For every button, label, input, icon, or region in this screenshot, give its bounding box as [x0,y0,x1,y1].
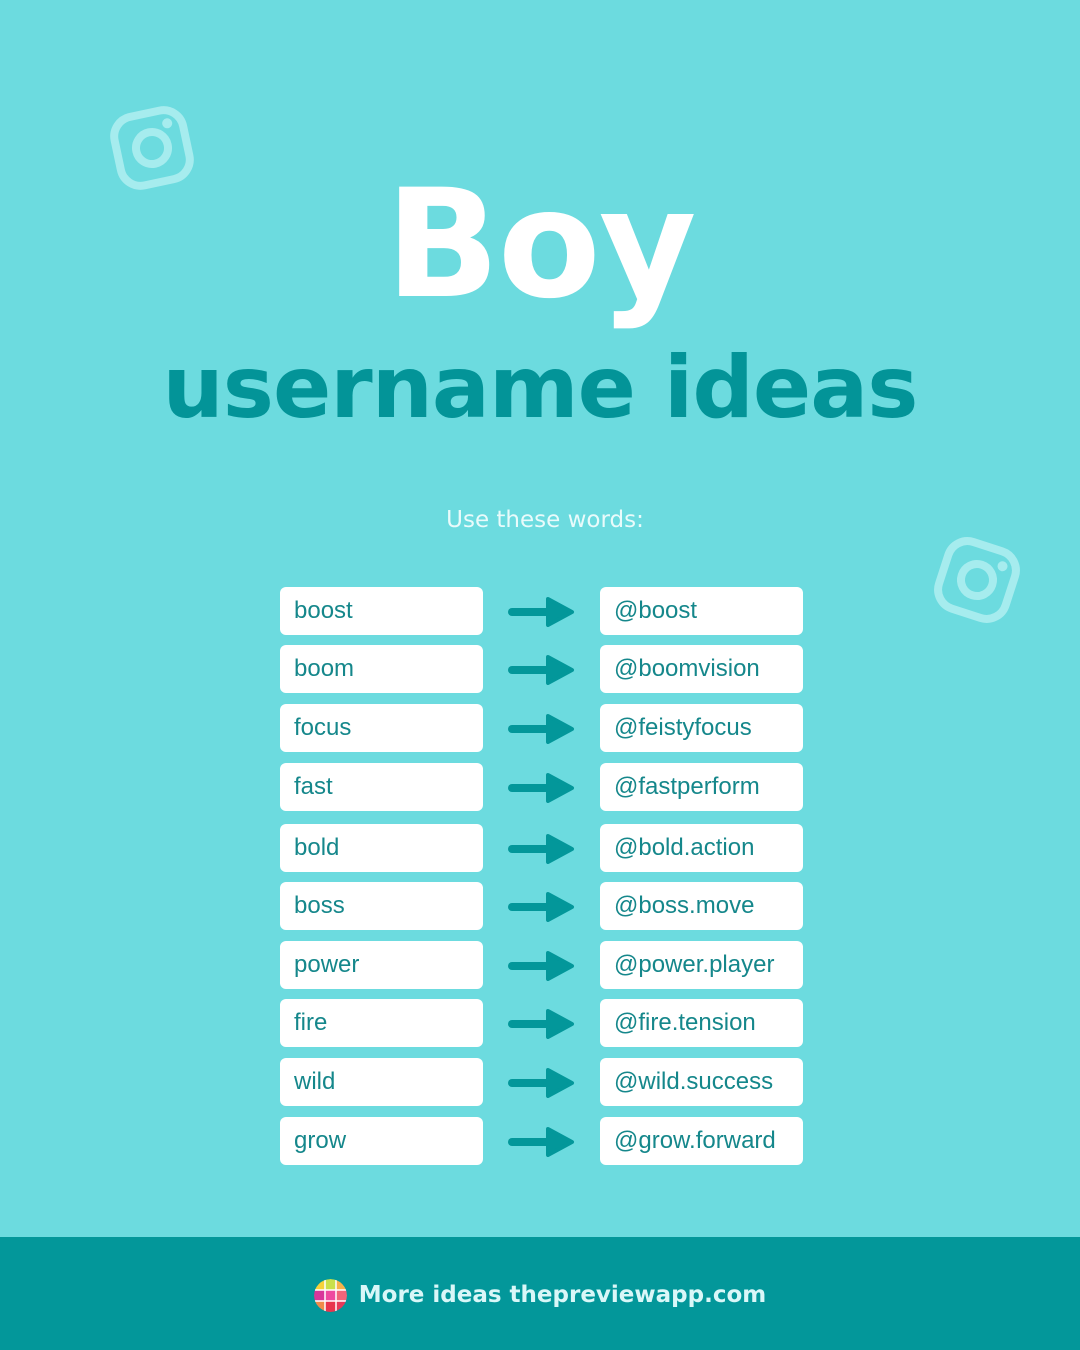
word-box: boost [280,587,483,635]
word-box: fast [280,763,483,811]
username-box: @fire.tension [600,999,803,1047]
word-box: bold [280,824,483,872]
list-item: bold @bold.action [0,824,1080,874]
username-box: @grow.forward [600,1117,803,1165]
arrow-right-icon [508,834,574,864]
arrow-right-icon [508,892,574,922]
intro-text: Use these words: [446,507,644,533]
page-title: Boy [385,158,696,332]
arrow-right-icon [508,655,574,685]
footer-bar: More ideas thepreviewapp.com [0,1237,1080,1350]
username-box: @power.player [600,941,803,989]
list-item: grow @grow.forward [0,1117,1080,1167]
word-box: focus [280,704,483,752]
list-item: boost @boost [0,587,1080,637]
username-box: @boomvision [600,645,803,693]
list-item: boom @boomvision [0,645,1080,695]
username-box: @fastperform [600,763,803,811]
word-box: fire [280,999,483,1047]
word-box: boom [280,645,483,693]
list-item: fire @fire.tension [0,999,1080,1049]
page-subtitle: username ideas [162,338,919,438]
list-item: focus @feistyfocus [0,704,1080,754]
word-box: boss [280,882,483,930]
username-box: @bold.action [600,824,803,872]
arrow-right-icon [508,951,574,981]
arrow-right-icon [508,714,574,744]
footer-link[interactable]: More ideas thepreviewapp.com [0,1278,1080,1312]
list-item: fast @fastperform [0,763,1080,813]
app-logo-icon [313,1278,347,1312]
arrow-right-icon [508,597,574,627]
word-box: grow [280,1117,483,1165]
list-item: wild @wild.success [0,1058,1080,1108]
list-item: power @power.player [0,941,1080,991]
word-box: power [280,941,483,989]
username-box: @feistyfocus [600,704,803,752]
arrow-right-icon [508,1127,574,1157]
username-box: @boss.move [600,882,803,930]
arrow-right-icon [508,773,574,803]
username-box: @wild.success [600,1058,803,1106]
arrow-right-icon [508,1009,574,1039]
username-box: @boost [600,587,803,635]
footer-text: More ideas thepreviewapp.com [358,1282,767,1308]
arrow-right-icon [508,1068,574,1098]
word-box: wild [280,1058,483,1106]
list-item: boss @boss.move [0,882,1080,932]
